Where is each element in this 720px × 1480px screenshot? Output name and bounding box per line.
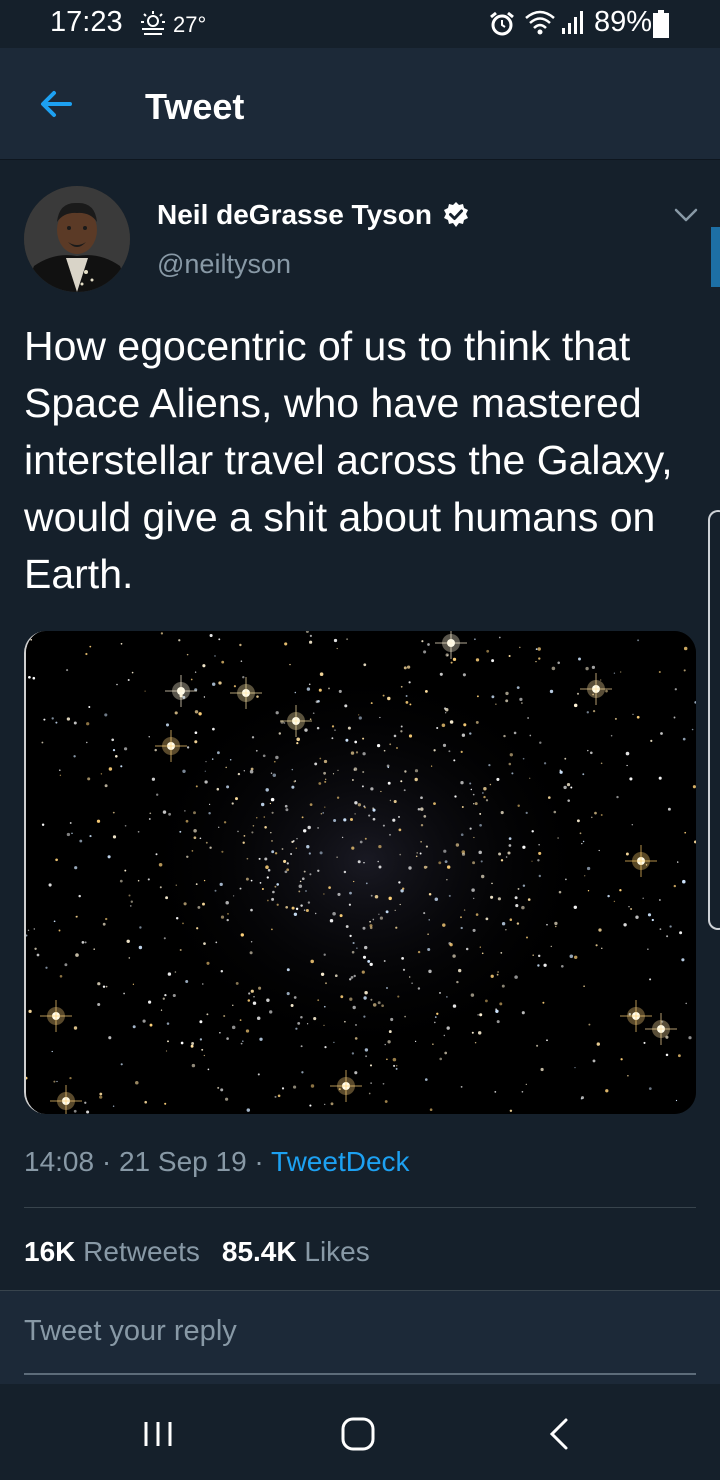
- home-icon[interactable]: [338, 1414, 378, 1454]
- alarm-icon: [490, 11, 514, 36]
- retweets-count: 16K: [24, 1236, 76, 1267]
- author-handle[interactable]: @neiltyson: [157, 249, 291, 280]
- divider: [24, 1207, 696, 1208]
- author-name[interactable]: Neil deGrasse Tyson: [157, 199, 432, 231]
- likes-stat[interactable]: 85.4K Likes: [222, 1236, 370, 1267]
- avatar-image: [24, 186, 130, 292]
- scroll-indicator: [711, 227, 720, 287]
- tweet-stats: 16K Retweets 85.4K Likes: [24, 1236, 370, 1268]
- tweet-text: How egocentric of us to think that Space…: [24, 323, 673, 597]
- reply-bar: Tweet your reply: [0, 1290, 720, 1384]
- chevron-down-icon[interactable]: [672, 201, 700, 229]
- author-name-row[interactable]: Neil deGrasse Tyson: [157, 199, 470, 231]
- arrow-left-icon[interactable]: [36, 84, 76, 124]
- verified-badge-icon: [443, 202, 468, 227]
- page-title: Tweet: [145, 86, 245, 127]
- status-temperature: 27°: [173, 12, 207, 37]
- weather-icon: [141, 11, 165, 35]
- tweet-image[interactable]: [24, 631, 696, 1114]
- back-icon[interactable]: [540, 1414, 580, 1454]
- avatar[interactable]: [24, 186, 130, 292]
- star-field-image: [26, 631, 696, 1114]
- reply-underline: [24, 1373, 696, 1375]
- signal-icon: [562, 11, 583, 34]
- tweet-meta: 14:08 · 21 Sep 19 · TweetDeck: [24, 1146, 410, 1177]
- tweet-date: 21 Sep 19: [118, 1146, 247, 1177]
- system-nav-bar: [0, 1384, 720, 1480]
- status-time: 17:23: [50, 6, 123, 38]
- battery-icon: [653, 10, 669, 38]
- status-battery-text: 89%: [594, 6, 653, 38]
- tweet-source-link[interactable]: TweetDeck: [271, 1146, 410, 1177]
- likes-count: 85.4K: [221, 1236, 297, 1267]
- retweets-stat[interactable]: 16K Retweets: [24, 1236, 200, 1267]
- edge-panel-handle[interactable]: [708, 510, 720, 930]
- recent-apps-icon[interactable]: [138, 1414, 178, 1454]
- likes-label: Likes: [304, 1236, 370, 1267]
- wifi-icon: [525, 10, 555, 35]
- reply-input[interactable]: Tweet your reply: [24, 1315, 237, 1348]
- tweet-time: 14:08: [24, 1146, 95, 1177]
- retweets-label: Retweets: [83, 1236, 200, 1267]
- top-app-bar: Tweet: [0, 48, 720, 160]
- status-bar: 17:23 27° 89%: [0, 0, 720, 48]
